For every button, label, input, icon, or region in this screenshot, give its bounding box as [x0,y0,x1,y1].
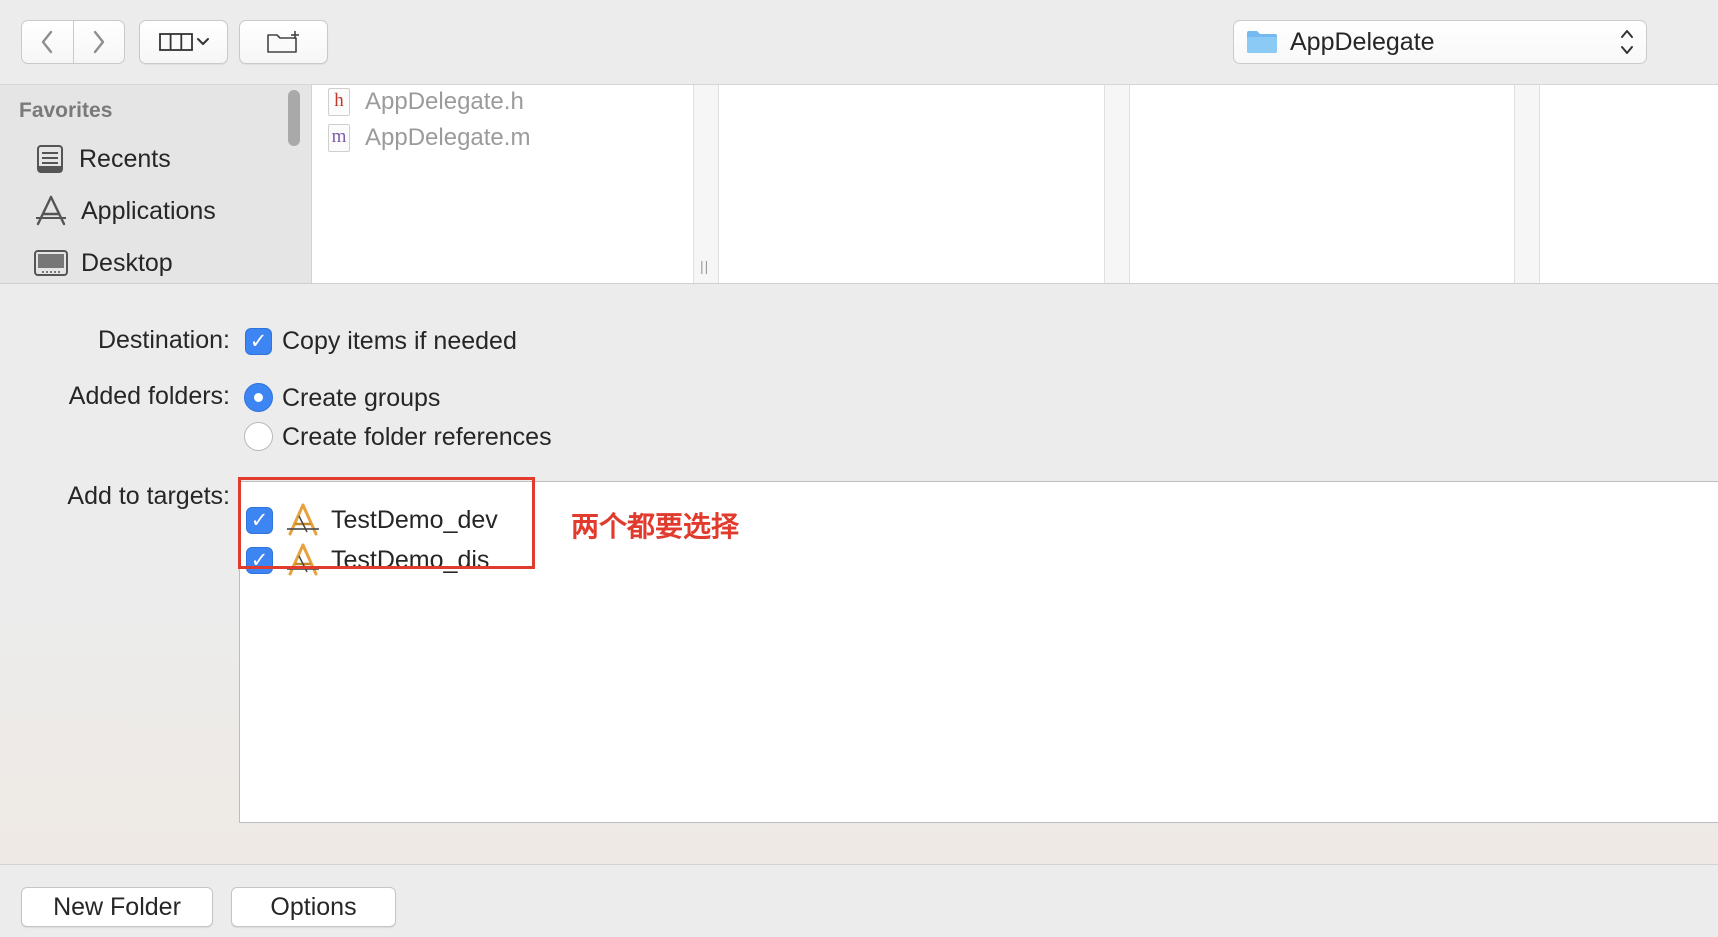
new-folder-icon [266,31,299,53]
create-folder-references-radio[interactable] [244,422,273,451]
file-item-appdelegate-h[interactable]: h AppDelegate.h [328,85,524,119]
sidebar-item-applications[interactable]: Applications [34,191,216,231]
column-resizer[interactable] [1514,85,1540,283]
sidebar-item-label: Applications [81,196,216,225]
sidebar-item-recents[interactable]: Recents [34,139,171,179]
desktop-icon [34,250,68,276]
sidebar-section-title: Favorites [19,99,113,122]
sidebar-item-desktop[interactable]: Desktop [34,243,173,283]
destination-label: Destination: [97,326,230,354]
header-file-icon: h [328,88,350,116]
browser-column-4 [1540,85,1718,283]
file-name: AppDelegate.m [365,124,531,151]
copy-items-checkbox[interactable]: ✓ [245,328,272,355]
annotation-text: 两个都要选择 [571,510,740,543]
new-folder-toolbar-button[interactable] [239,20,328,64]
chevron-left-icon [42,30,53,54]
sidebar-scrollbar[interactable] [288,90,300,146]
view-mode-button[interactable] [139,20,228,64]
added-folders-label: Added folders: [68,382,230,410]
create-groups-label[interactable]: Create groups [282,384,440,413]
annotation-highlight-box [238,477,535,569]
applications-icon [36,195,66,226]
add-to-targets-label: Add to targets: [67,482,230,510]
column-resize-grip-icon[interactable]: || [700,258,709,274]
location-popup[interactable]: AppDelegate [1233,20,1647,64]
browser-column-3 [1130,85,1514,283]
updown-arrows-icon [1620,27,1634,59]
options-button[interactable]: Options [231,887,396,927]
copy-items-label[interactable]: Copy items if needed [282,327,517,356]
column-resizer[interactable] [1104,85,1130,283]
recents-icon [37,145,63,173]
create-groups-radio[interactable] [244,383,273,412]
column-resizer[interactable] [693,85,719,283]
sidebar-item-label: Desktop [81,248,173,277]
chevron-right-icon [93,30,104,54]
checkmark-icon: ✓ [249,329,268,353]
browser-column-2 [719,85,1104,283]
forward-button[interactable] [73,20,125,64]
file-item-appdelegate-m[interactable]: m AppDelegate.m [328,121,530,155]
file-name: AppDelegate.h [365,88,524,115]
back-forward-control [21,20,125,64]
back-button[interactable] [21,20,74,64]
location-label: AppDelegate [1290,27,1435,56]
sidebar: Favorites Recents Applications Desktop [0,85,312,283]
toolbar: AppDelegate [0,0,1718,85]
new-folder-button[interactable]: New Folder [21,887,213,927]
create-folder-references-label[interactable]: Create folder references [282,423,552,452]
sidebar-item-label: Recents [79,144,171,173]
columns-view-icon [158,33,209,51]
browser-column-1: h AppDelegate.h m AppDelegate.m [312,85,693,283]
folder-icon [1247,31,1277,53]
source-file-icon: m [328,124,350,152]
